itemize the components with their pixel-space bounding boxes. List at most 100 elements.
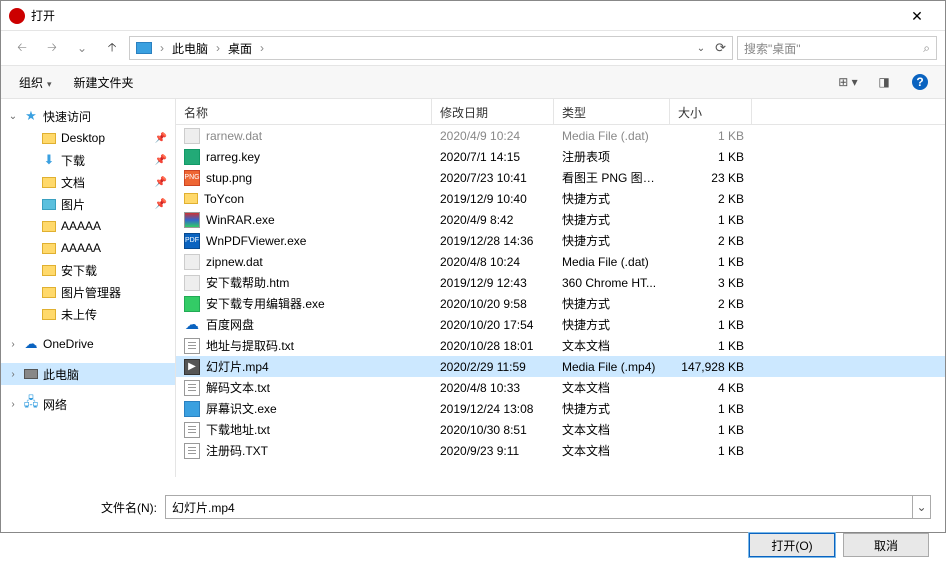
search-input[interactable]: 搜索"桌面" ⌕ [737,36,937,60]
file-row[interactable]: WinRAR.exe2020/4/9 8:42快捷方式1 KB [176,209,945,230]
file-name: 百度网盘 [206,316,254,333]
pc-icon [136,42,152,54]
file-size: 4 KB [670,381,752,395]
sidebar-pictures[interactable]: 图片📌 [1,193,175,215]
help-button[interactable]: ? [905,70,935,94]
file-row[interactable]: 注册码.TXT2020/9/23 9:11文本文档1 KB [176,440,945,461]
search-icon[interactable]: ⌕ [923,41,930,56]
chevron-right-icon[interactable]: › [256,41,268,55]
file-size: 1 KB [670,423,752,437]
file-row[interactable]: rarreg.key2020/7/1 14:15注册表项1 KB [176,146,945,167]
filename-label: 文件名(N): [101,499,157,516]
crumb-desktop[interactable]: 桌面 [224,40,256,57]
column-type[interactable]: 类型 [554,99,670,124]
file-row[interactable]: ToYcon2019/12/9 10:40快捷方式2 KB [176,188,945,209]
file-list-header: 名称 修改日期 类型 大小 [176,99,945,125]
sidebar-documents[interactable]: 文档📌 [1,171,175,193]
file-row[interactable]: 安下载专用编辑器.exe 2020/10/20 9:58快捷方式2 KB [176,293,945,314]
file-name: WnPDFViewer.exe [206,234,306,248]
recent-dropdown[interactable]: ⌄ [69,36,95,60]
file-name: zipnew.dat [206,255,263,269]
column-name[interactable]: 名称 [176,99,432,124]
file-icon [184,128,200,144]
file-name: stup.png [206,171,252,185]
organize-button[interactable]: 组织 [11,71,60,94]
sidebar-downloads[interactable]: ⬇下载📌 [1,149,175,171]
sidebar-unsent[interactable]: 未上传 [1,303,175,325]
file-size: 2 KB [670,297,752,311]
sidebar-quick-access[interactable]: ⌄★快速访问 [1,105,175,127]
file-icon: PNG [184,170,200,186]
sidebar-network[interactable]: ›🖧网络 [1,393,175,415]
file-size: 1 KB [670,255,752,269]
file-type: 注册表项 [554,148,670,165]
up-button[interactable]: 🡡 [99,36,125,60]
file-type: 快捷方式 [554,211,670,228]
toolbar: 组织 新建文件夹 ⊞ ▾ ◨ ? [1,65,945,99]
back-button[interactable]: 🡠 [9,36,35,60]
file-row[interactable]: 下载地址.txt2020/10/30 8:51文本文档1 KB [176,419,945,440]
file-name: 安下载帮助.htm [206,274,289,291]
file-row[interactable]: PDFWnPDFViewer.exe2019/12/28 14:36快捷方式2 … [176,230,945,251]
file-date: 2020/7/23 10:41 [432,171,554,185]
chevron-right-icon[interactable]: › [156,41,168,55]
file-type: 文本文档 [554,379,670,396]
file-row[interactable]: zipnew.dat2020/4/8 10:24Media File (.dat… [176,251,945,272]
address-bar[interactable]: › 此电脑 › 桌面 › ⌄ ⟳ [129,36,733,60]
close-button[interactable]: ✕ [897,1,937,31]
file-row[interactable]: 地址与提取码.txt2020/10/28 18:01文本文档1 KB [176,335,945,356]
sidebar-thispc[interactable]: ›此电脑 [1,363,175,385]
file-row[interactable]: ▶幻灯片.mp42020/2/29 11:59Media File (.mp4)… [176,356,945,377]
file-type: 快捷方式 [554,232,670,249]
pin-icon: 📌 [155,199,167,210]
file-row[interactable]: rarnew.dat2020/4/9 10:24Media File (.dat… [176,125,945,146]
sidebar-aaaaa[interactable]: AAAAA [1,237,175,259]
refresh-button[interactable]: ⟳ [715,40,726,56]
column-size[interactable]: 大小 [670,99,752,124]
cancel-button[interactable]: 取消 [843,533,929,557]
file-type: 文本文档 [554,442,670,459]
file-date: 2020/2/29 11:59 [432,360,554,374]
pin-icon: 📌 [155,133,167,144]
file-row[interactable]: ☁百度网盘2020/10/20 17:54快捷方式1 KB [176,314,945,335]
crumb-thispc[interactable]: 此电脑 [168,40,212,57]
file-date: 2019/12/28 14:36 [432,234,554,248]
file-type: Media File (.dat) [554,255,670,269]
file-date: 2020/10/20 9:58 [432,297,554,311]
window-title: 打开 [31,7,897,24]
sidebar-picmgr[interactable]: 图片管理器 [1,281,175,303]
file-name: 幻灯片.mp4 [206,358,269,375]
file-name: 安下载专用编辑器.exe [206,295,325,312]
sidebar: ⌄★快速访问 Desktop📌 ⬇下载📌 文档📌 图片📌 AAAAA AAAAA… [1,99,176,477]
sidebar-aaaaa[interactable]: AAAAA [1,215,175,237]
file-size: 1 KB [670,150,752,164]
file-row[interactable]: 屏幕识文.exe2019/12/24 13:08快捷方式1 KB [176,398,945,419]
sidebar-anxz[interactable]: 安下载 [1,259,175,281]
file-name: rarnew.dat [206,129,262,143]
dropdown-icon[interactable]: ⌄ [697,43,705,54]
file-icon [184,338,200,354]
sidebar-desktop[interactable]: Desktop📌 [1,127,175,149]
file-row[interactable]: PNGstup.png2020/7/23 10:41看图王 PNG 图片...2… [176,167,945,188]
file-type: 快捷方式 [554,295,670,312]
filename-dropdown[interactable]: ⌄ [913,495,931,519]
file-size: 147,928 KB [670,360,752,374]
new-folder-button[interactable]: 新建文件夹 [66,71,142,94]
file-name: 屏幕识文.exe [206,400,277,417]
file-date: 2020/4/9 10:24 [432,129,554,143]
preview-pane-button[interactable]: ◨ [869,70,899,94]
file-date: 2020/4/9 8:42 [432,213,554,227]
file-type: 文本文档 [554,337,670,354]
file-icon [184,193,198,204]
chevron-right-icon[interactable]: › [212,41,224,55]
file-row[interactable]: 解码文本.txt2020/4/8 10:33文本文档4 KB [176,377,945,398]
sidebar-onedrive[interactable]: ›☁OneDrive [1,333,175,355]
file-date: 2019/12/9 10:40 [432,192,554,206]
open-button[interactable]: 打开(O) [749,533,835,557]
file-type: 快捷方式 [554,316,670,333]
file-name: 地址与提取码.txt [206,337,294,354]
filename-input[interactable] [165,495,913,519]
file-row[interactable]: 安下载帮助.htm2019/12/9 12:43360 Chrome HT...… [176,272,945,293]
column-date[interactable]: 修改日期 [432,99,554,124]
view-options-button[interactable]: ⊞ ▾ [833,70,863,94]
